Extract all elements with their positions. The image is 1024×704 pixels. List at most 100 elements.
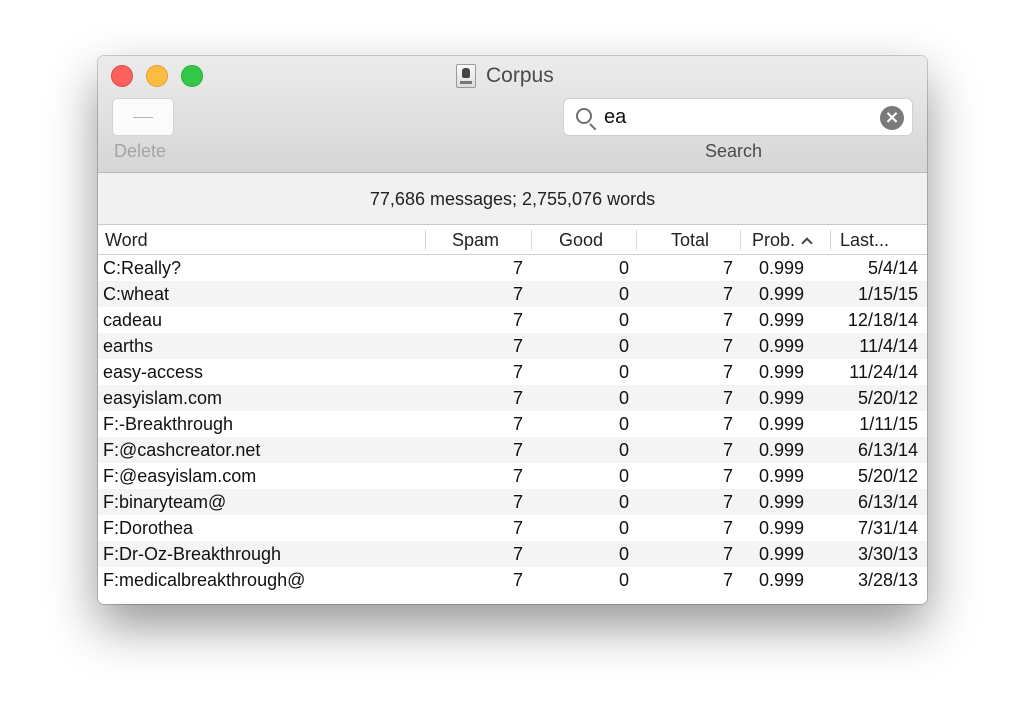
delete-label: Delete	[114, 141, 167, 161]
last-seen-cell: 6/13/14	[857, 492, 918, 512]
table-row[interactable]: C:wheat 7 0 7 0.999 1/15/15	[98, 281, 927, 307]
probability-cell: 0.999	[759, 362, 805, 382]
last-seen-cell: 11/24/14	[849, 362, 918, 382]
good-count-cell: 0	[618, 570, 629, 590]
search-field[interactable]: ×	[563, 98, 913, 136]
last-seen-cell: 1/11/15	[859, 414, 918, 434]
table-row[interactable]: F:-Breakthrough 7 0 7 0.999 1/11/15	[98, 411, 927, 437]
last-seen-cell: 11/4/14	[859, 336, 918, 356]
good-count-cell: 0	[618, 284, 629, 304]
column-header-last[interactable]: Last...	[840, 225, 889, 255]
last-seen-cell: 7/31/14	[857, 518, 918, 538]
word-cell: F:-Breakthrough	[103, 414, 234, 434]
word-cell: C:Really?	[103, 258, 182, 278]
table-row[interactable]: F:@cashcreator.net 7 0 7 0.999 6/13/14	[98, 437, 927, 463]
probability-cell: 0.999	[759, 544, 805, 564]
search-label: Search	[705, 141, 763, 161]
column-separator[interactable]	[531, 230, 532, 250]
word-cell: F:medicalbreakthrough@	[103, 570, 306, 590]
total-count-cell: 7	[722, 284, 733, 304]
table-row[interactable]: F:binaryteam@ 7 0 7 0.999 6/13/14	[98, 489, 927, 515]
table-row[interactable]: easy-access 7 0 7 0.999 11/24/14	[98, 359, 927, 385]
table-row[interactable]: cadeau 7 0 7 0.999 12/18/14	[98, 307, 927, 333]
total-count-cell: 7	[722, 570, 733, 590]
window-title: Corpus	[486, 64, 554, 87]
total-count-cell: 7	[722, 466, 733, 486]
table-row[interactable]: F:medicalbreakthrough@ 7 0 7 0.999 3/28/13	[98, 567, 927, 593]
good-count-cell: 0	[618, 388, 629, 408]
spam-count-cell: 7	[512, 388, 523, 408]
spam-count-cell: 7	[512, 362, 523, 382]
good-count-cell: 0	[618, 336, 629, 356]
spam-count-cell: 7	[512, 284, 523, 304]
good-count-cell: 0	[618, 362, 629, 382]
good-count-cell: 0	[618, 310, 629, 330]
last-seen-cell: 12/18/14	[847, 310, 918, 330]
search-input[interactable]	[604, 103, 874, 131]
last-seen-cell: 5/20/12	[857, 466, 918, 486]
minus-icon	[133, 116, 153, 118]
word-cell: easy-access	[103, 362, 204, 382]
delete-button[interactable]	[112, 98, 174, 136]
table-row[interactable]: easyislam.com 7 0 7 0.999 5/20/12	[98, 385, 927, 411]
minimize-window-button[interactable]	[146, 65, 168, 87]
table-row[interactable]: F:Dr-Oz-Breakthrough 7 0 7 0.999 3/30/13	[98, 541, 927, 567]
total-count-cell: 7	[722, 492, 733, 512]
total-count-cell: 7	[722, 310, 733, 330]
column-header-prob-label: Prob.	[752, 230, 796, 250]
word-cell: cadeau	[103, 310, 163, 330]
table-row[interactable]: F:Dorothea 7 0 7 0.999 7/31/14	[98, 515, 927, 541]
search-icon	[576, 108, 592, 124]
table-header: Word Spam Good Total Prob. Last...	[98, 225, 927, 255]
corpus-window: Corpus Delete × Search 77,686 messages; …	[98, 56, 927, 604]
word-cell: F:@easyislam.com	[103, 466, 257, 486]
good-count-cell: 0	[618, 440, 629, 460]
spam-count-cell: 7	[512, 258, 523, 278]
column-separator[interactable]	[636, 230, 637, 250]
corpus-summary: 77,686 messages; 2,755,076 words	[98, 173, 927, 225]
total-count-cell: 7	[722, 544, 733, 564]
good-count-cell: 0	[618, 414, 629, 434]
probability-cell: 0.999	[759, 336, 805, 356]
spam-count-cell: 7	[512, 336, 523, 356]
column-header-good[interactable]: Good	[559, 225, 603, 255]
table-row[interactable]: C:Really? 7 0 7 0.999 5/4/14	[98, 255, 927, 281]
spam-count-cell: 7	[512, 310, 523, 330]
probability-cell: 0.999	[759, 310, 805, 330]
spam-count-cell: 7	[512, 492, 523, 512]
total-count-cell: 7	[722, 362, 733, 382]
spam-count-cell: 7	[512, 570, 523, 590]
table-row[interactable]: earths 7 0 7 0.999 11/4/14	[98, 333, 927, 359]
total-count-cell: 7	[722, 388, 733, 408]
good-count-cell: 0	[618, 518, 629, 538]
spam-count-cell: 7	[512, 466, 523, 486]
column-separator[interactable]	[425, 230, 426, 250]
last-seen-cell: 6/13/14	[857, 440, 918, 460]
close-window-button[interactable]	[111, 65, 133, 87]
table-row[interactable]: F:@easyislam.com 7 0 7 0.999 5/20/12	[98, 463, 927, 489]
last-seen-cell: 5/20/12	[857, 388, 918, 408]
word-cell: C:wheat	[103, 284, 170, 304]
title-bar: Corpus Delete × Search	[98, 56, 927, 173]
spam-count-cell: 7	[512, 414, 523, 434]
column-separator[interactable]	[830, 230, 831, 250]
word-table[interactable]: C:Really? 7 0 7 0.999 5/4/14 C:wheat 7 0 7 0.999 1/…	[98, 255, 927, 604]
spam-count-cell: 7	[512, 544, 523, 564]
good-count-cell: 0	[618, 492, 629, 512]
word-cell: F:@cashcreator.net	[103, 440, 261, 460]
total-count-cell: 7	[722, 414, 733, 434]
zoom-window-button[interactable]	[181, 65, 203, 87]
column-header-total[interactable]: Total	[671, 225, 709, 255]
word-cell: earths	[103, 336, 154, 356]
word-cell: F:Dorothea	[103, 518, 194, 538]
column-separator[interactable]	[740, 230, 741, 250]
probability-cell: 0.999	[759, 518, 805, 538]
column-header-spam[interactable]: Spam	[452, 225, 499, 255]
word-cell: F:binaryteam@	[103, 492, 227, 512]
clear-search-icon[interactable]: ×	[880, 106, 904, 130]
word-cell: easyislam.com	[103, 388, 223, 408]
last-seen-cell: 5/4/14	[867, 258, 918, 278]
column-header-prob[interactable]: Prob.	[752, 225, 813, 255]
column-header-word[interactable]: Word	[105, 225, 148, 255]
last-seen-cell: 1/15/15	[857, 284, 918, 304]
